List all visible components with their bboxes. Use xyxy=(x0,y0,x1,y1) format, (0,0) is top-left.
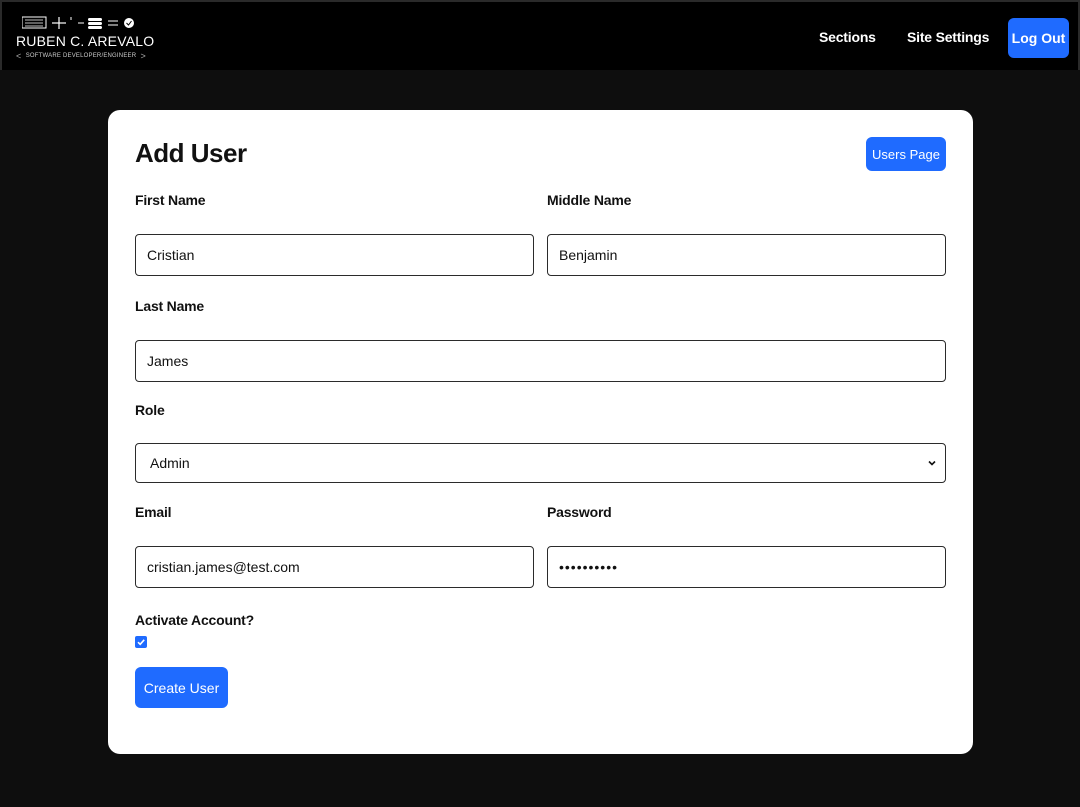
email-input[interactable] xyxy=(135,546,534,588)
password-input[interactable]: •••••••••• xyxy=(547,546,946,588)
role-selected-value: Admin xyxy=(150,455,190,471)
last-name-label: Last Name xyxy=(135,298,205,314)
last-name-input[interactable] xyxy=(135,340,946,382)
role-select[interactable]: Admin xyxy=(135,443,946,483)
first-name-label: First Name xyxy=(135,192,206,208)
checkmark-icon xyxy=(137,639,145,646)
activate-account-checkbox[interactable] xyxy=(135,636,147,648)
top-navbar: RUBEN C. AREVALO < SOFTWARE DEVELOPER/EN… xyxy=(0,0,1080,70)
chevron-down-icon xyxy=(928,460,936,466)
page-title: Add User xyxy=(135,138,247,168)
activate-account-label: Activate Account? xyxy=(135,612,254,628)
nav-sections-link[interactable]: Sections xyxy=(819,29,876,45)
logo-glyphs-icon xyxy=(22,16,134,29)
logo-tagline-row: < SOFTWARE DEVELOPER/ENGINEER > xyxy=(16,51,146,61)
middle-name-label: Middle Name xyxy=(547,192,632,208)
chevron-left-icon: < xyxy=(16,51,22,61)
email-label: Email xyxy=(135,504,172,520)
create-user-button[interactable]: Create User xyxy=(135,667,228,708)
role-label: Role xyxy=(135,402,165,418)
site-logo[interactable]: RUBEN C. AREVALO < SOFTWARE DEVELOPER/EN… xyxy=(14,16,154,61)
logo-name: RUBEN C. AREVALO xyxy=(16,33,155,49)
nav-site-settings-link[interactable]: Site Settings xyxy=(907,29,989,45)
users-page-button[interactable]: Users Page xyxy=(866,137,946,171)
logo-tagline: SOFTWARE DEVELOPER/ENGINEER xyxy=(25,53,137,59)
password-masked-value: •••••••••• xyxy=(559,559,619,575)
logout-button[interactable]: Log Out xyxy=(1008,18,1069,58)
add-user-card: Add User Users Page First Name Middle Na… xyxy=(108,110,973,754)
middle-name-input[interactable] xyxy=(547,234,946,276)
password-label: Password xyxy=(547,504,612,520)
chevron-right-icon: > xyxy=(140,51,146,61)
first-name-input[interactable] xyxy=(135,234,534,276)
